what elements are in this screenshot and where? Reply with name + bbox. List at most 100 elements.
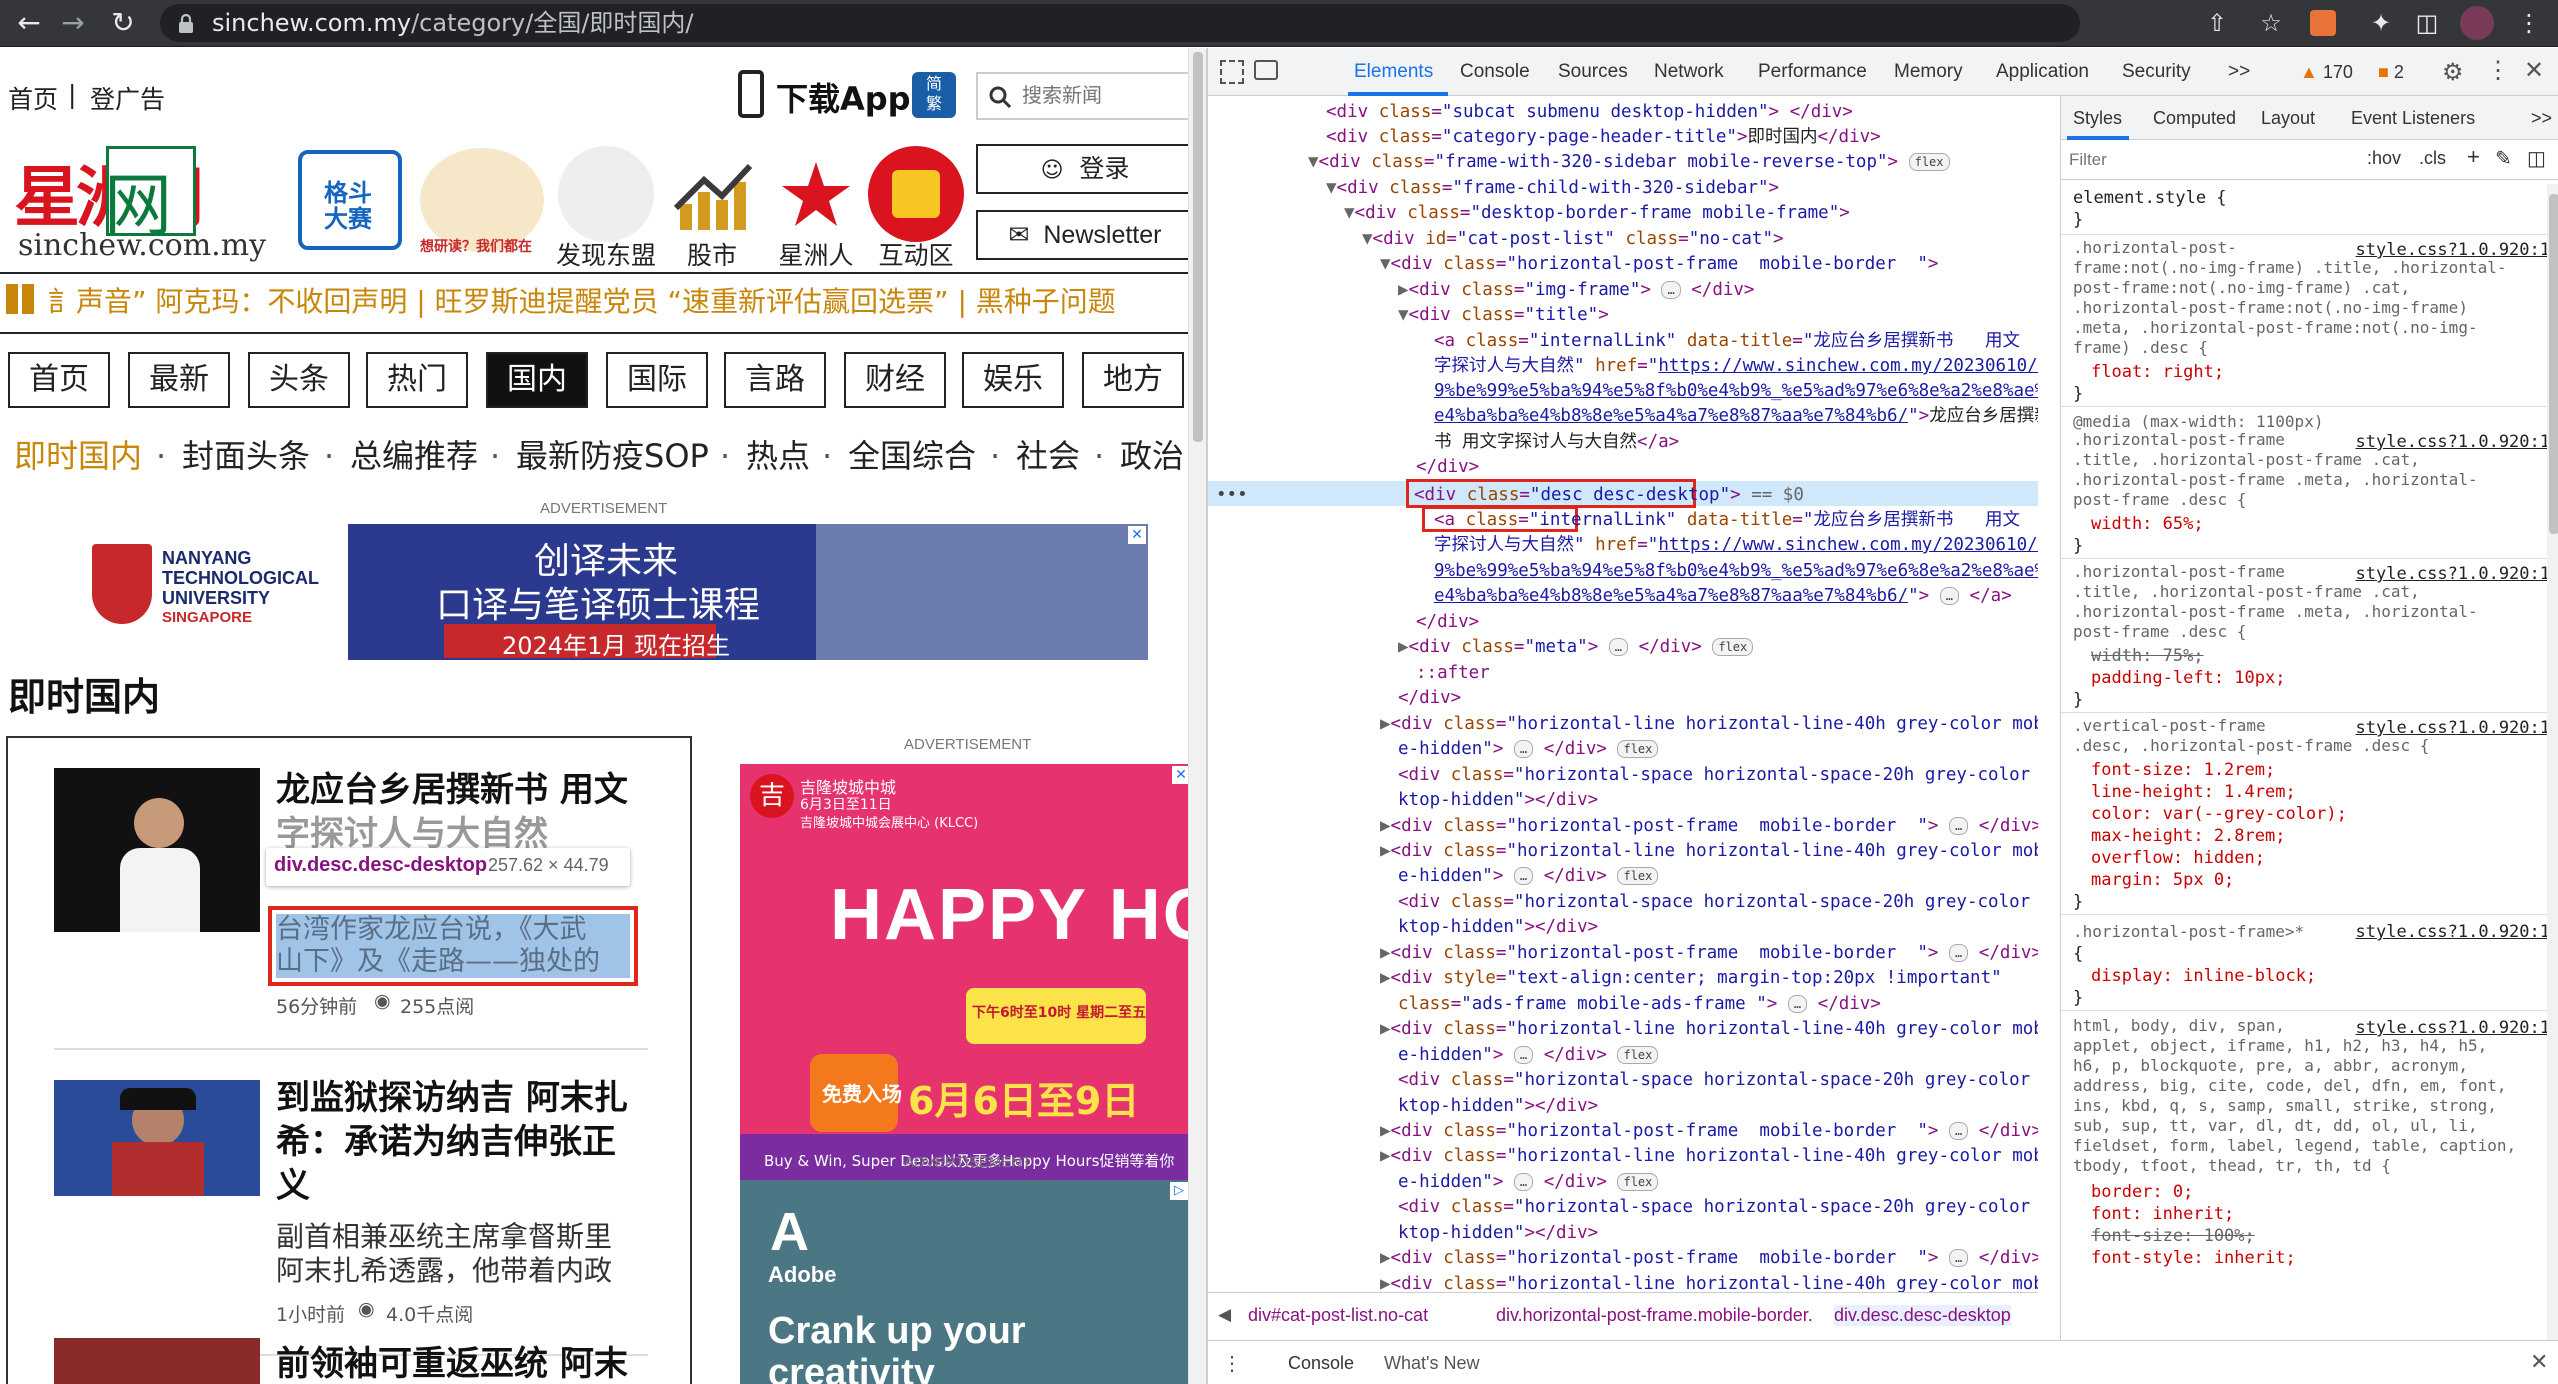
tab-international[interactable]: 国际	[606, 352, 708, 408]
style-selector[interactable]: frame) .desc {	[2073, 338, 2208, 358]
dom-node[interactable]: ktop-hidden"></div>	[1398, 915, 1598, 940]
back-icon[interactable]: ←	[10, 4, 48, 42]
dom-node-selected[interactable]: <div class="desc desc-desktop"> == $0	[1414, 483, 1804, 508]
dom-node[interactable]: e4%ba%ba%e4%b8%8e%e5%a4%a7%e8%87%aa%e7%8…	[1434, 584, 2012, 609]
dom-tree[interactable]: <div class="subcat submenu desktop-hidde…	[1208, 96, 2038, 1340]
tab-domestic[interactable]: 国内	[486, 352, 588, 408]
dom-node[interactable]: ▼<div class="title">	[1398, 303, 1609, 328]
style-selector[interactable]: .horizontal-post-frame>*	[2073, 920, 2304, 944]
top-link-advertise[interactable]: 登广告	[90, 80, 165, 116]
dom-node[interactable]: ▶<div class="horizontal-post-frame mobil…	[1380, 1119, 2038, 1144]
css-declaration[interactable]: font-style: inherit;	[2091, 1246, 2296, 1270]
dom-node[interactable]: <div class="horizontal-space horizontal-…	[1398, 890, 2038, 915]
url-text[interactable]: sinchew.com.my/category/全国/即时国内/	[212, 6, 694, 40]
tab-layout[interactable]: Layout	[2261, 108, 2315, 129]
dom-node[interactable]: e-hidden"> … </div> flex	[1398, 737, 1659, 762]
dom-node[interactable]: <div class="category-page-header-title">…	[1326, 125, 1881, 150]
dom-node[interactable]: e-hidden"> … </div> flex	[1398, 1043, 1659, 1068]
tab-popular[interactable]: 热门	[366, 352, 468, 408]
dom-node[interactable]: <div class="horizontal-space horizontal-…	[1398, 1195, 2038, 1220]
fight-contest-icon[interactable]: 格斗大赛	[298, 150, 402, 250]
dom-node[interactable]: ▼<div class="desktop-border-frame mobile…	[1344, 201, 1850, 226]
dom-node[interactable]: ▼<div class="horizontal-post-frame mobil…	[1380, 252, 1938, 277]
subnav-sop[interactable]: 最新防疫SOP	[516, 436, 709, 476]
css-declaration[interactable]: font: inherit;	[2091, 1202, 2234, 1226]
download-app-label[interactable]: 下载App	[776, 74, 911, 120]
warnings-counter[interactable]: ▲ 170	[2300, 62, 2353, 83]
sidebar-toggle-icon[interactable]: ◫	[2527, 146, 2546, 171]
node-menu-icon[interactable]: •••	[1216, 483, 1248, 508]
breadcrumb-item-active[interactable]: div.desc.desc-desktop	[1834, 1305, 2011, 1326]
dom-node[interactable]: </div>	[1416, 610, 1479, 635]
cls-toggle[interactable]: .cls	[2419, 148, 2446, 169]
tab-computed[interactable]: Computed	[2153, 108, 2236, 129]
style-selector[interactable]: applet, object, iframe, h1, h2, h3, h4, …	[2073, 1036, 2487, 1056]
hov-toggle[interactable]: :hov	[2367, 148, 2401, 169]
style-selector[interactable]: .horizontal-post-frame	[2073, 430, 2285, 450]
dom-node[interactable]: e4%ba%ba%e4%b8%8e%e5%a4%a7%e8%87%aa%e7%8…	[1434, 404, 2038, 429]
tab-opinion[interactable]: 言路	[724, 352, 826, 408]
breadcrumb-item[interactable]: div.horizontal-post-frame.mobile-border.	[1496, 1305, 1813, 1326]
devtools-more-tabs[interactable]: >>	[2228, 48, 2250, 96]
asean-link[interactable]: 发现东盟	[554, 146, 658, 272]
adobe-ad[interactable]: A Adobe Crank up your creativity ▷	[740, 1180, 1192, 1384]
style-selector[interactable]: tbody, tfoot, thead, tr, th, td {	[2073, 1156, 2391, 1176]
ad-close-icon[interactable]: ✕	[1128, 526, 1146, 544]
profile-avatar[interactable]	[2460, 6, 2494, 40]
dom-node[interactable]: </div>	[1416, 455, 1479, 480]
tab-styles[interactable]: Styles	[2073, 108, 2122, 129]
css-declaration[interactable]: border: 0;	[2091, 1180, 2193, 1204]
tab-finance[interactable]: 财经	[844, 352, 946, 408]
style-selector[interactable]: h6, p, blockquote, pre, a, abbr, acronym…	[2073, 1056, 2468, 1076]
article-title[interactable]: 龙应台乡居撰新书 用文 字探讨人与大自然	[276, 768, 636, 856]
css-declaration[interactable]: line-height: 1.4rem;	[2091, 780, 2296, 804]
dom-node[interactable]: 9%be%99%e5%ba%94%e5%8f%b0%e4%b9%_%e5%ad%…	[1434, 559, 2038, 584]
drawer-tab-console[interactable]: Console	[1288, 1353, 1354, 1374]
css-declaration[interactable]: width: 65%;	[2091, 512, 2204, 536]
login-button[interactable]: ☺ 登录	[976, 144, 1194, 194]
style-selector[interactable]: address, big, cite, code, del, dfn, em, …	[2073, 1076, 2506, 1096]
happy-hours-ad[interactable]: 吉 吉隆坡城中城 6月3日至11日 吉隆坡城中城会展中心 (KLCC) HAPP…	[740, 764, 1206, 1186]
subnav-politics[interactable]: 政治	[1120, 436, 1184, 476]
close-devtools-icon[interactable]: ✕	[2524, 56, 2544, 85]
forward-icon[interactable]: →	[54, 4, 92, 42]
style-selector[interactable]: post-frame:not(.no-img-frame) .cat,	[2073, 278, 2410, 298]
dom-node[interactable]: ▶<div class="horizontal-line horizontal-…	[1380, 712, 2038, 737]
style-selector[interactable]: post-frame .desc {	[2073, 622, 2246, 642]
css-declaration[interactable]: color: var(--grey-color);	[2091, 802, 2347, 826]
style-selector[interactable]: ins, kbd, q, s, samp, small, strike, str…	[2073, 1096, 2497, 1116]
tab-entertainment[interactable]: 娱乐	[962, 352, 1064, 408]
inspect-element-icon[interactable]	[1220, 60, 1244, 84]
devtools-tab-memory[interactable]: Memory	[1894, 48, 1963, 96]
close-drawer-icon[interactable]: ✕	[2530, 1349, 2548, 1375]
interactive-link[interactable]: 互动区	[864, 146, 968, 272]
top-link-home[interactable]: 首页	[8, 80, 58, 116]
devtools-tab-application[interactable]: Application	[1996, 48, 2089, 96]
style-selector[interactable]: html, body, div, span,	[2073, 1016, 2285, 1036]
page-scrollbar[interactable]	[1188, 48, 1206, 1384]
css-declaration[interactable]: display: inline-block;	[2091, 964, 2316, 988]
dom-node[interactable]: ktop-hidden"></div>	[1398, 1094, 1598, 1119]
extensions-puzzle-icon[interactable]: ✦	[2364, 6, 2398, 40]
style-selector[interactable]: sub, sup, tt, var, dl, dt, dd, ol, ul, l…	[2073, 1116, 2478, 1136]
dom-node[interactable]: 9%be%99%e5%ba%94%e5%8f%b0%e4%b9%_%e5%ad%…	[1434, 379, 2038, 404]
subnav-instant-domestic[interactable]: 即时国内	[14, 436, 142, 476]
devtools-menu-icon[interactable]: ⋮	[2486, 56, 2510, 85]
dom-node[interactable]: ▶<div class="horizontal-line horizontal-…	[1380, 1017, 2038, 1042]
search-box[interactable]	[976, 72, 1194, 120]
tab-event-listeners[interactable]: Event Listeners	[2351, 108, 2475, 129]
share-icon[interactable]: ⇧	[2200, 6, 2234, 40]
issues-counter[interactable]: ■ 2	[2378, 62, 2404, 83]
tab-home[interactable]: 首页	[8, 352, 110, 408]
bookmark-star-icon[interactable]: ☆	[2254, 6, 2288, 40]
devtools-tab-console[interactable]: Console	[1460, 48, 1530, 96]
sinchew-people-link[interactable]: 星洲人	[764, 146, 868, 272]
breadcrumb-left-arrow-icon[interactable]: ◀	[1218, 1305, 1231, 1325]
devtools-tab-sources[interactable]: Sources	[1558, 48, 1628, 96]
scrollbar-thumb[interactable]	[2549, 194, 2558, 534]
dom-node[interactable]: ▼<div id="cat-post-list" class="no-cat">	[1362, 227, 1784, 252]
style-selector[interactable]: .horizontal-post-frame	[2073, 562, 2285, 582]
style-selector[interactable]: .horizontal-post-frame:not(.no-img-frame…	[2073, 298, 2468, 318]
dom-node[interactable]: ▶<div class="img-frame"> … </div>	[1398, 278, 1754, 303]
dom-node[interactable]: ktop-hidden"></div>	[1398, 788, 1598, 813]
